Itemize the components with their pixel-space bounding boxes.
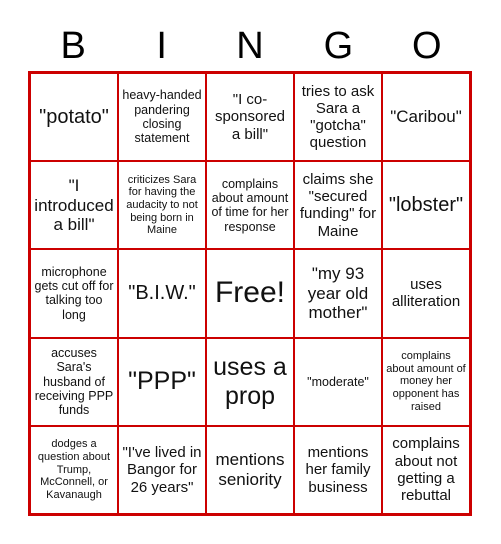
bingo-cell[interactable]: complains about amount of time for her r… xyxy=(206,161,294,250)
header-letter-g: G xyxy=(323,25,354,67)
bingo-cell[interactable]: "my 93 year old mother" xyxy=(294,249,382,338)
header-letter-b: B xyxy=(60,25,86,67)
header-letter-n: N xyxy=(236,25,264,67)
bingo-cell[interactable]: "Caribou" xyxy=(382,73,470,162)
bingo-cell[interactable]: mentions her family business xyxy=(294,425,382,514)
bingo-cell[interactable]: accuses Sara's husband of receiving PPP … xyxy=(30,337,118,426)
bingo-cell[interactable]: "B.I.W." xyxy=(118,249,206,338)
bingo-cell[interactable]: complains about amount of money her oppo… xyxy=(382,337,470,426)
bingo-cell[interactable]: "I introduced a bill" xyxy=(30,161,118,250)
bingo-cell[interactable]: "I've lived in Bangor for 26 years" xyxy=(118,425,206,514)
bingo-cell[interactable]: uses a prop xyxy=(206,337,294,426)
bingo-board: "potato" heavy-handed pandering closing … xyxy=(28,71,472,516)
bingo-cell[interactable]: complains about not getting a rebuttal xyxy=(382,425,470,514)
bingo-header: B I N G O xyxy=(29,22,471,70)
bingo-cell[interactable]: criticizes Sara for having the audacity … xyxy=(118,161,206,250)
bingo-cell[interactable]: "I co-sponsored a bill" xyxy=(206,73,294,162)
bingo-cell[interactable]: microphone gets cut off for talking too … xyxy=(30,249,118,338)
free-space-cell[interactable]: Free! xyxy=(206,249,294,338)
bingo-cell[interactable]: tries to ask Sara a "gotcha" question xyxy=(294,73,382,162)
bingo-cell[interactable]: dodges a question about Trump, McConnell… xyxy=(30,425,118,514)
bingo-cell[interactable]: uses alliteration xyxy=(382,249,470,338)
bingo-cell[interactable]: mentions seniority xyxy=(206,425,294,514)
bingo-cell[interactable]: "potato" xyxy=(30,73,118,162)
bingo-cell[interactable]: "moderate" xyxy=(294,337,382,426)
bingo-cell[interactable]: "PPP" xyxy=(118,337,206,426)
header-letter-o: O xyxy=(412,25,442,67)
bingo-cell[interactable]: heavy-handed pandering closing statement xyxy=(118,73,206,162)
bingo-cell[interactable]: claims she "secured funding" for Maine xyxy=(294,161,382,250)
bingo-cell[interactable]: "lobster" xyxy=(382,161,470,250)
header-letter-i: I xyxy=(156,25,167,67)
